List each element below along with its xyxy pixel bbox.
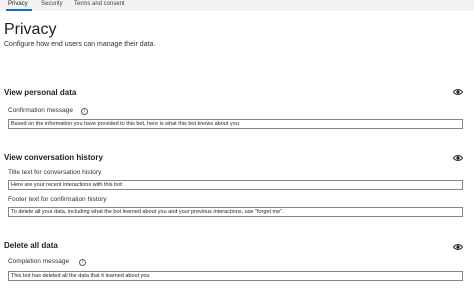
tab-bar: Privacy Security Terms and consent (0, 0, 474, 11)
eye-icon[interactable] (453, 154, 463, 162)
completion-message-label: Completion message (8, 258, 70, 265)
info-icon[interactable]: i (81, 108, 88, 115)
eye-icon[interactable] (453, 243, 463, 251)
tab-terms-and-consent[interactable]: Terms and consent (74, 0, 125, 11)
footer-text-input[interactable]: To delete all your data, including what … (8, 207, 463, 217)
title-text-input[interactable]: Here are your recent interactions with t… (8, 180, 463, 190)
confirmation-message-input[interactable]: Based on the information you have provid… (8, 119, 463, 129)
section-title-view-personal-data: View personal data (4, 88, 77, 97)
confirmation-message-label: Confirmation message (8, 107, 74, 114)
title-text-label: Title text for conversation history (8, 169, 102, 176)
section-title-view-conversation-history: View conversation history (4, 153, 103, 162)
page-subtitle: Configure how end users can manage their… (4, 41, 156, 48)
completion-message-input[interactable]: This bot has deleted all the data that i… (8, 271, 463, 281)
footer-text-label: Footer text for confirmation history (8, 196, 107, 203)
tab-security[interactable]: Security (41, 0, 63, 11)
eye-icon[interactable] (453, 88, 463, 96)
info-icon[interactable]: i (79, 259, 86, 266)
tab-privacy[interactable]: Privacy (6, 0, 32, 11)
page-title: Privacy (4, 21, 57, 38)
section-title-delete-all-data: Delete all data (4, 241, 58, 250)
